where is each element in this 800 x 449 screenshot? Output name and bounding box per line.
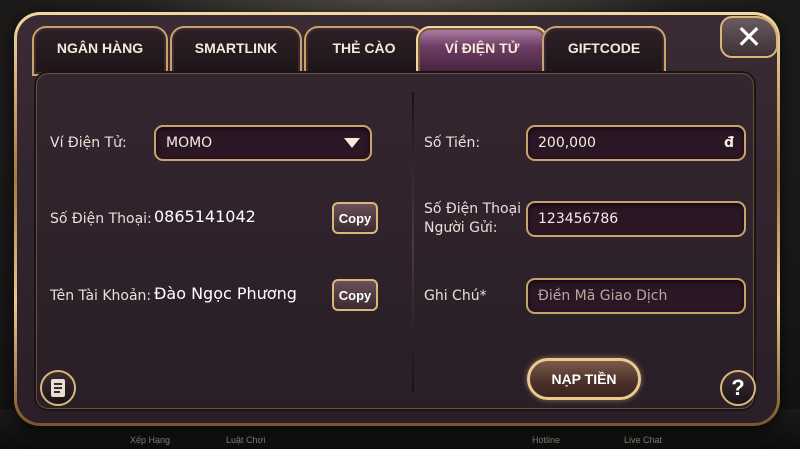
amount-input[interactable]: 200,000 đ: [526, 125, 746, 161]
column-divider: [412, 92, 414, 392]
bg-nav-ranking: Xếp Hạng: [130, 435, 171, 445]
currency-symbol: đ: [723, 135, 734, 151]
amount-label: Số Tiền:: [424, 135, 481, 151]
sender-phone-input[interactable]: 123456786: [526, 201, 746, 237]
tab-giftcode[interactable]: GIFTCODE: [542, 26, 666, 76]
account-name-value: Đào Ngọc Phương: [154, 284, 297, 303]
history-button[interactable]: [40, 370, 76, 406]
bg-nav-live-chat: Live Chat: [624, 435, 663, 445]
tab-bank[interactable]: NGÂN HÀNG: [32, 26, 168, 76]
phone-value: 0865141042: [154, 207, 256, 226]
receipt-icon: [51, 379, 65, 397]
account-name-label: Tên Tài Khoản:: [50, 288, 152, 304]
help-button[interactable]: ?: [720, 370, 756, 406]
wallet-label: Ví Điện Tử:: [50, 135, 127, 151]
copy-account-button[interactable]: Copy: [332, 279, 378, 311]
chevron-down-icon: [344, 138, 360, 148]
deposit-submit-button[interactable]: NẠP TIỀN: [527, 358, 641, 400]
tab-smartlink[interactable]: SMARTLINK: [170, 26, 302, 76]
form-panel: [34, 71, 756, 411]
sender-phone-value: 123456786: [538, 211, 619, 227]
note-input[interactable]: Điền Mã Giao Dịch: [526, 278, 746, 314]
close-icon: ✕: [735, 18, 763, 56]
question-mark-icon: ?: [731, 375, 745, 400]
sender-phone-label-line1: Số Điện Thoại: [424, 201, 522, 217]
wallet-select[interactable]: MOMO: [154, 125, 372, 161]
phone-label: Số Điện Thoại:: [50, 211, 152, 227]
deposit-dialog: NGÂN HÀNG SMARTLINK THẺ CÀO VÍ ĐIỆN TỬ G…: [14, 12, 780, 426]
note-label: Ghi Chú*: [424, 288, 487, 304]
bg-nav-hotline: Hotline: [532, 435, 561, 445]
sender-phone-label-line2: Người Gửi:: [424, 220, 498, 236]
sender-phone-label: Số Điện Thoại Người Gửi:: [424, 200, 521, 238]
copy-phone-button[interactable]: Copy: [332, 202, 378, 234]
tab-card[interactable]: THẺ CÀO: [304, 26, 424, 76]
amount-value: 200,000: [538, 135, 596, 151]
note-placeholder: Điền Mã Giao Dịch: [538, 288, 668, 304]
close-button[interactable]: ✕: [720, 16, 778, 58]
tab-e-wallet[interactable]: VÍ ĐIỆN TỬ: [416, 26, 548, 76]
bg-nav-rules: Luật Chơi: [226, 435, 266, 445]
wallet-select-value: MOMO: [166, 135, 213, 151]
